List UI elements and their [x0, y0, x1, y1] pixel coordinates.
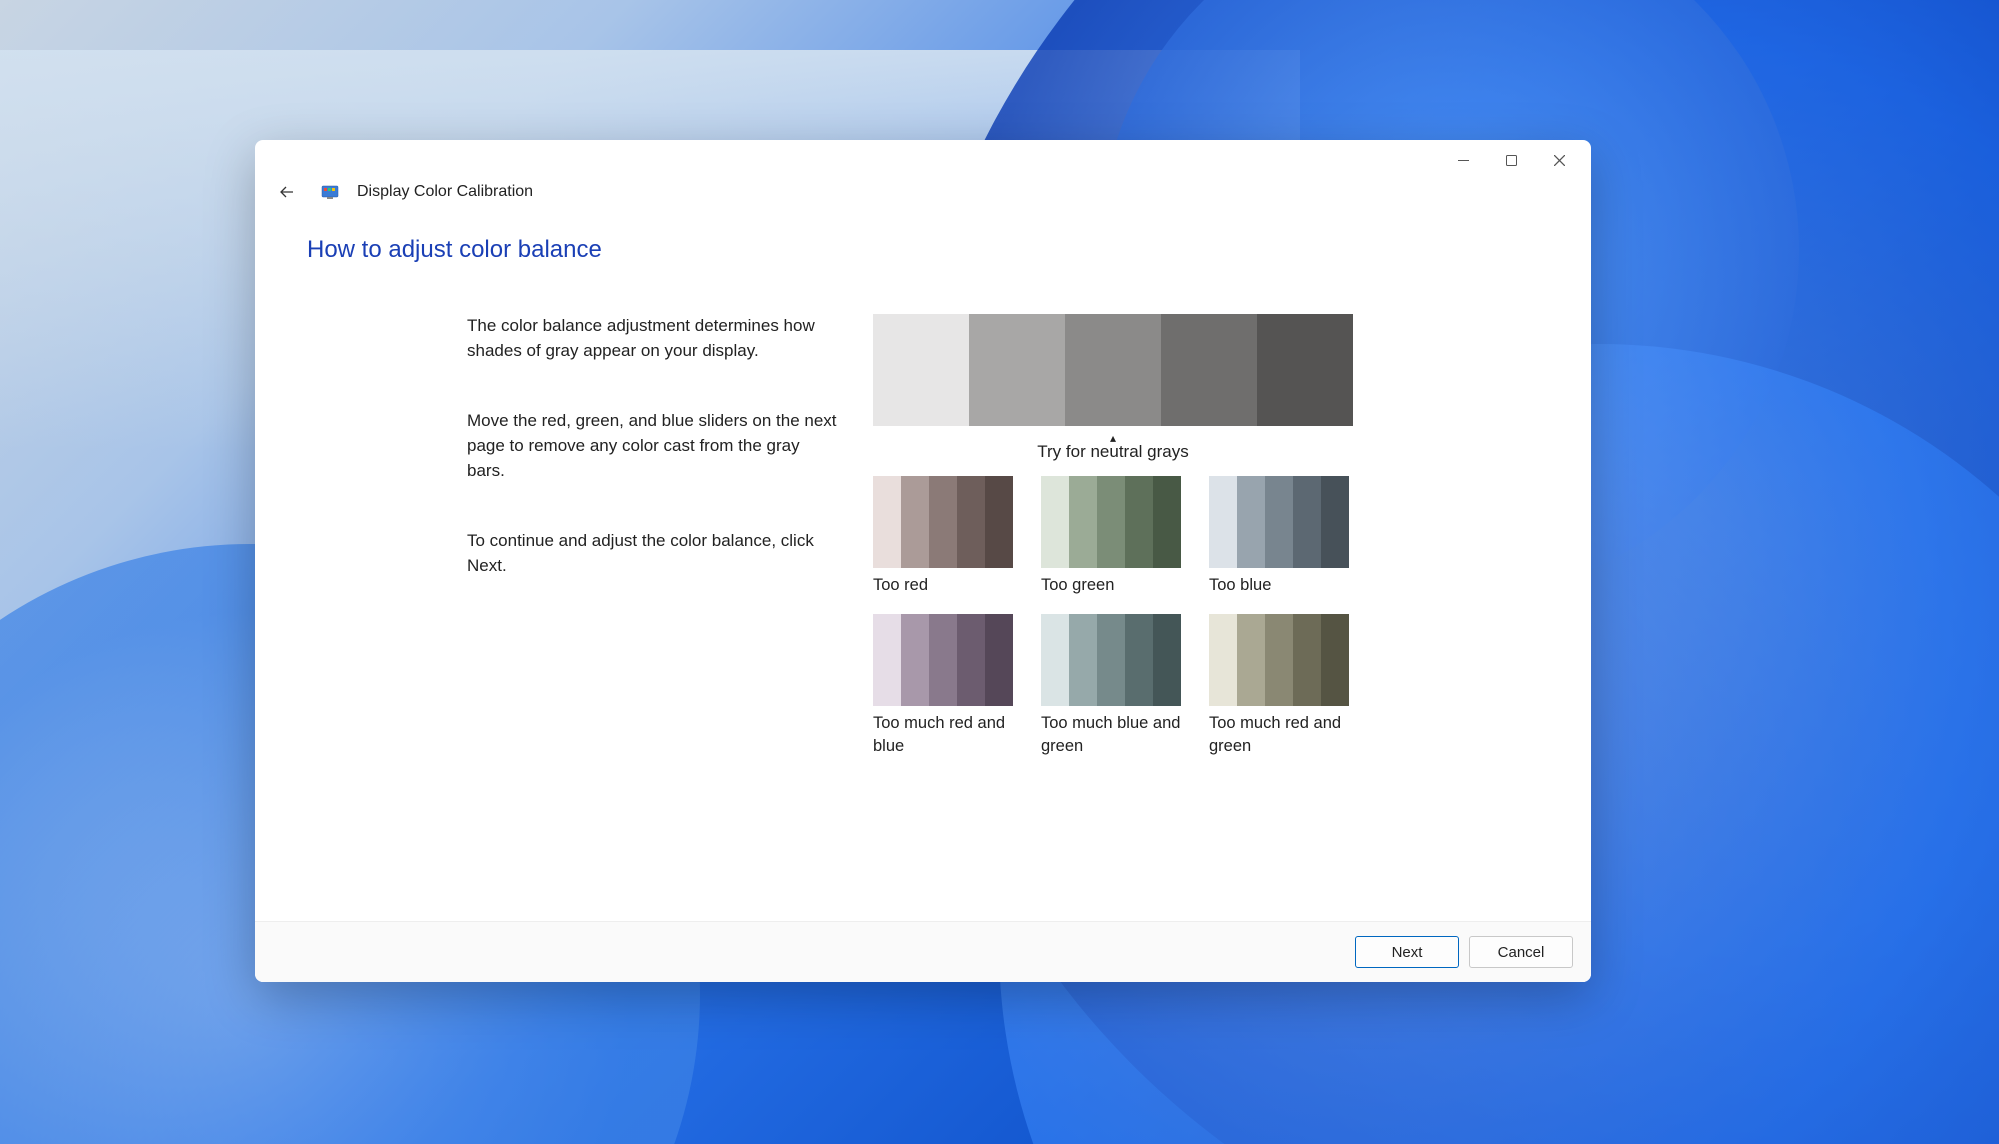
neutral-caption-row: ▴ Try for neutral grays [873, 434, 1353, 462]
swatch [1321, 614, 1349, 706]
close-button[interactable] [1535, 140, 1583, 180]
samples-column: ▴ Try for neutral grays Too red Too green… [873, 314, 1539, 757]
swatch [969, 314, 1065, 426]
example-label: Too red [873, 574, 1013, 596]
swatch [1257, 314, 1353, 426]
swatch [1125, 476, 1153, 568]
color-cast-example: Too green [1041, 476, 1181, 596]
swatch [901, 614, 929, 706]
example-label: Too green [1041, 574, 1181, 596]
example-swatches [873, 614, 1013, 706]
maximize-button[interactable] [1487, 140, 1535, 180]
swatch [873, 614, 901, 706]
next-button[interactable]: Next [1355, 936, 1459, 968]
swatch [873, 476, 901, 568]
examples-grid: Too red Too green Too blue Too much red and… [873, 476, 1539, 757]
example-label: Too much red and green [1209, 712, 1349, 757]
swatch [1125, 614, 1153, 706]
footer: Next Cancel [255, 921, 1591, 982]
swatch [1065, 314, 1161, 426]
swatch [1097, 614, 1125, 706]
example-swatches [1209, 476, 1349, 568]
swatch [929, 614, 957, 706]
content-area: How to adjust color balance The color ba… [255, 212, 1591, 921]
titlebar [255, 140, 1591, 180]
swatch [1209, 614, 1237, 706]
swatch [957, 614, 985, 706]
swatch [1265, 614, 1293, 706]
neutral-caption: Try for neutral grays [1037, 442, 1188, 461]
instruction-paragraph: Move the red, green, and blue sliders on… [467, 409, 837, 483]
swatch [1237, 614, 1265, 706]
page-heading: How to adjust color balance [307, 236, 1539, 264]
swatch [873, 314, 969, 426]
swatch [929, 476, 957, 568]
swatch [1041, 476, 1069, 568]
swatch [957, 476, 985, 568]
swatch [1237, 476, 1265, 568]
cancel-button[interactable]: Cancel [1469, 936, 1573, 968]
swatch [1153, 614, 1181, 706]
neutral-gray-swatches [873, 314, 1353, 426]
instruction-paragraph: The color balance adjustment determines … [467, 314, 837, 363]
swatch [1321, 476, 1349, 568]
color-cast-example: Too much blue and green [1041, 614, 1181, 757]
example-swatches [1041, 476, 1181, 568]
instruction-paragraph: To continue and adjust the color balance… [467, 529, 837, 578]
calibration-window: Display Color Calibration How to adjust … [255, 140, 1591, 982]
minimize-button[interactable] [1439, 140, 1487, 180]
swatch [901, 476, 929, 568]
swatch [1069, 614, 1097, 706]
swatch [985, 614, 1013, 706]
swatch [1209, 476, 1237, 568]
swatch [1293, 614, 1321, 706]
swatch [1153, 476, 1181, 568]
swatch [1265, 476, 1293, 568]
example-label: Too blue [1209, 574, 1349, 596]
color-cast-example: Too blue [1209, 476, 1349, 596]
swatch [1097, 476, 1125, 568]
app-title: Display Color Calibration [357, 183, 533, 201]
color-cast-example: Too much red and green [1209, 614, 1349, 757]
pointer-icon: ▴ [873, 434, 1353, 442]
example-swatches [1041, 614, 1181, 706]
color-cast-example: Too red [873, 476, 1013, 596]
example-label: Too much blue and green [1041, 712, 1181, 757]
example-label: Too much red and blue [873, 712, 1013, 757]
swatch [1161, 314, 1257, 426]
color-cast-example: Too much red and blue [873, 614, 1013, 757]
back-button[interactable] [277, 182, 297, 202]
swatch [1293, 476, 1321, 568]
example-swatches [1209, 614, 1349, 706]
app-icon [321, 183, 339, 201]
example-swatches [873, 476, 1013, 568]
swatch [1069, 476, 1097, 568]
swatch [1041, 614, 1069, 706]
swatch [985, 476, 1013, 568]
instruction-column: The color balance adjustment determines … [467, 314, 837, 624]
window-header: Display Color Calibration [255, 180, 1591, 212]
